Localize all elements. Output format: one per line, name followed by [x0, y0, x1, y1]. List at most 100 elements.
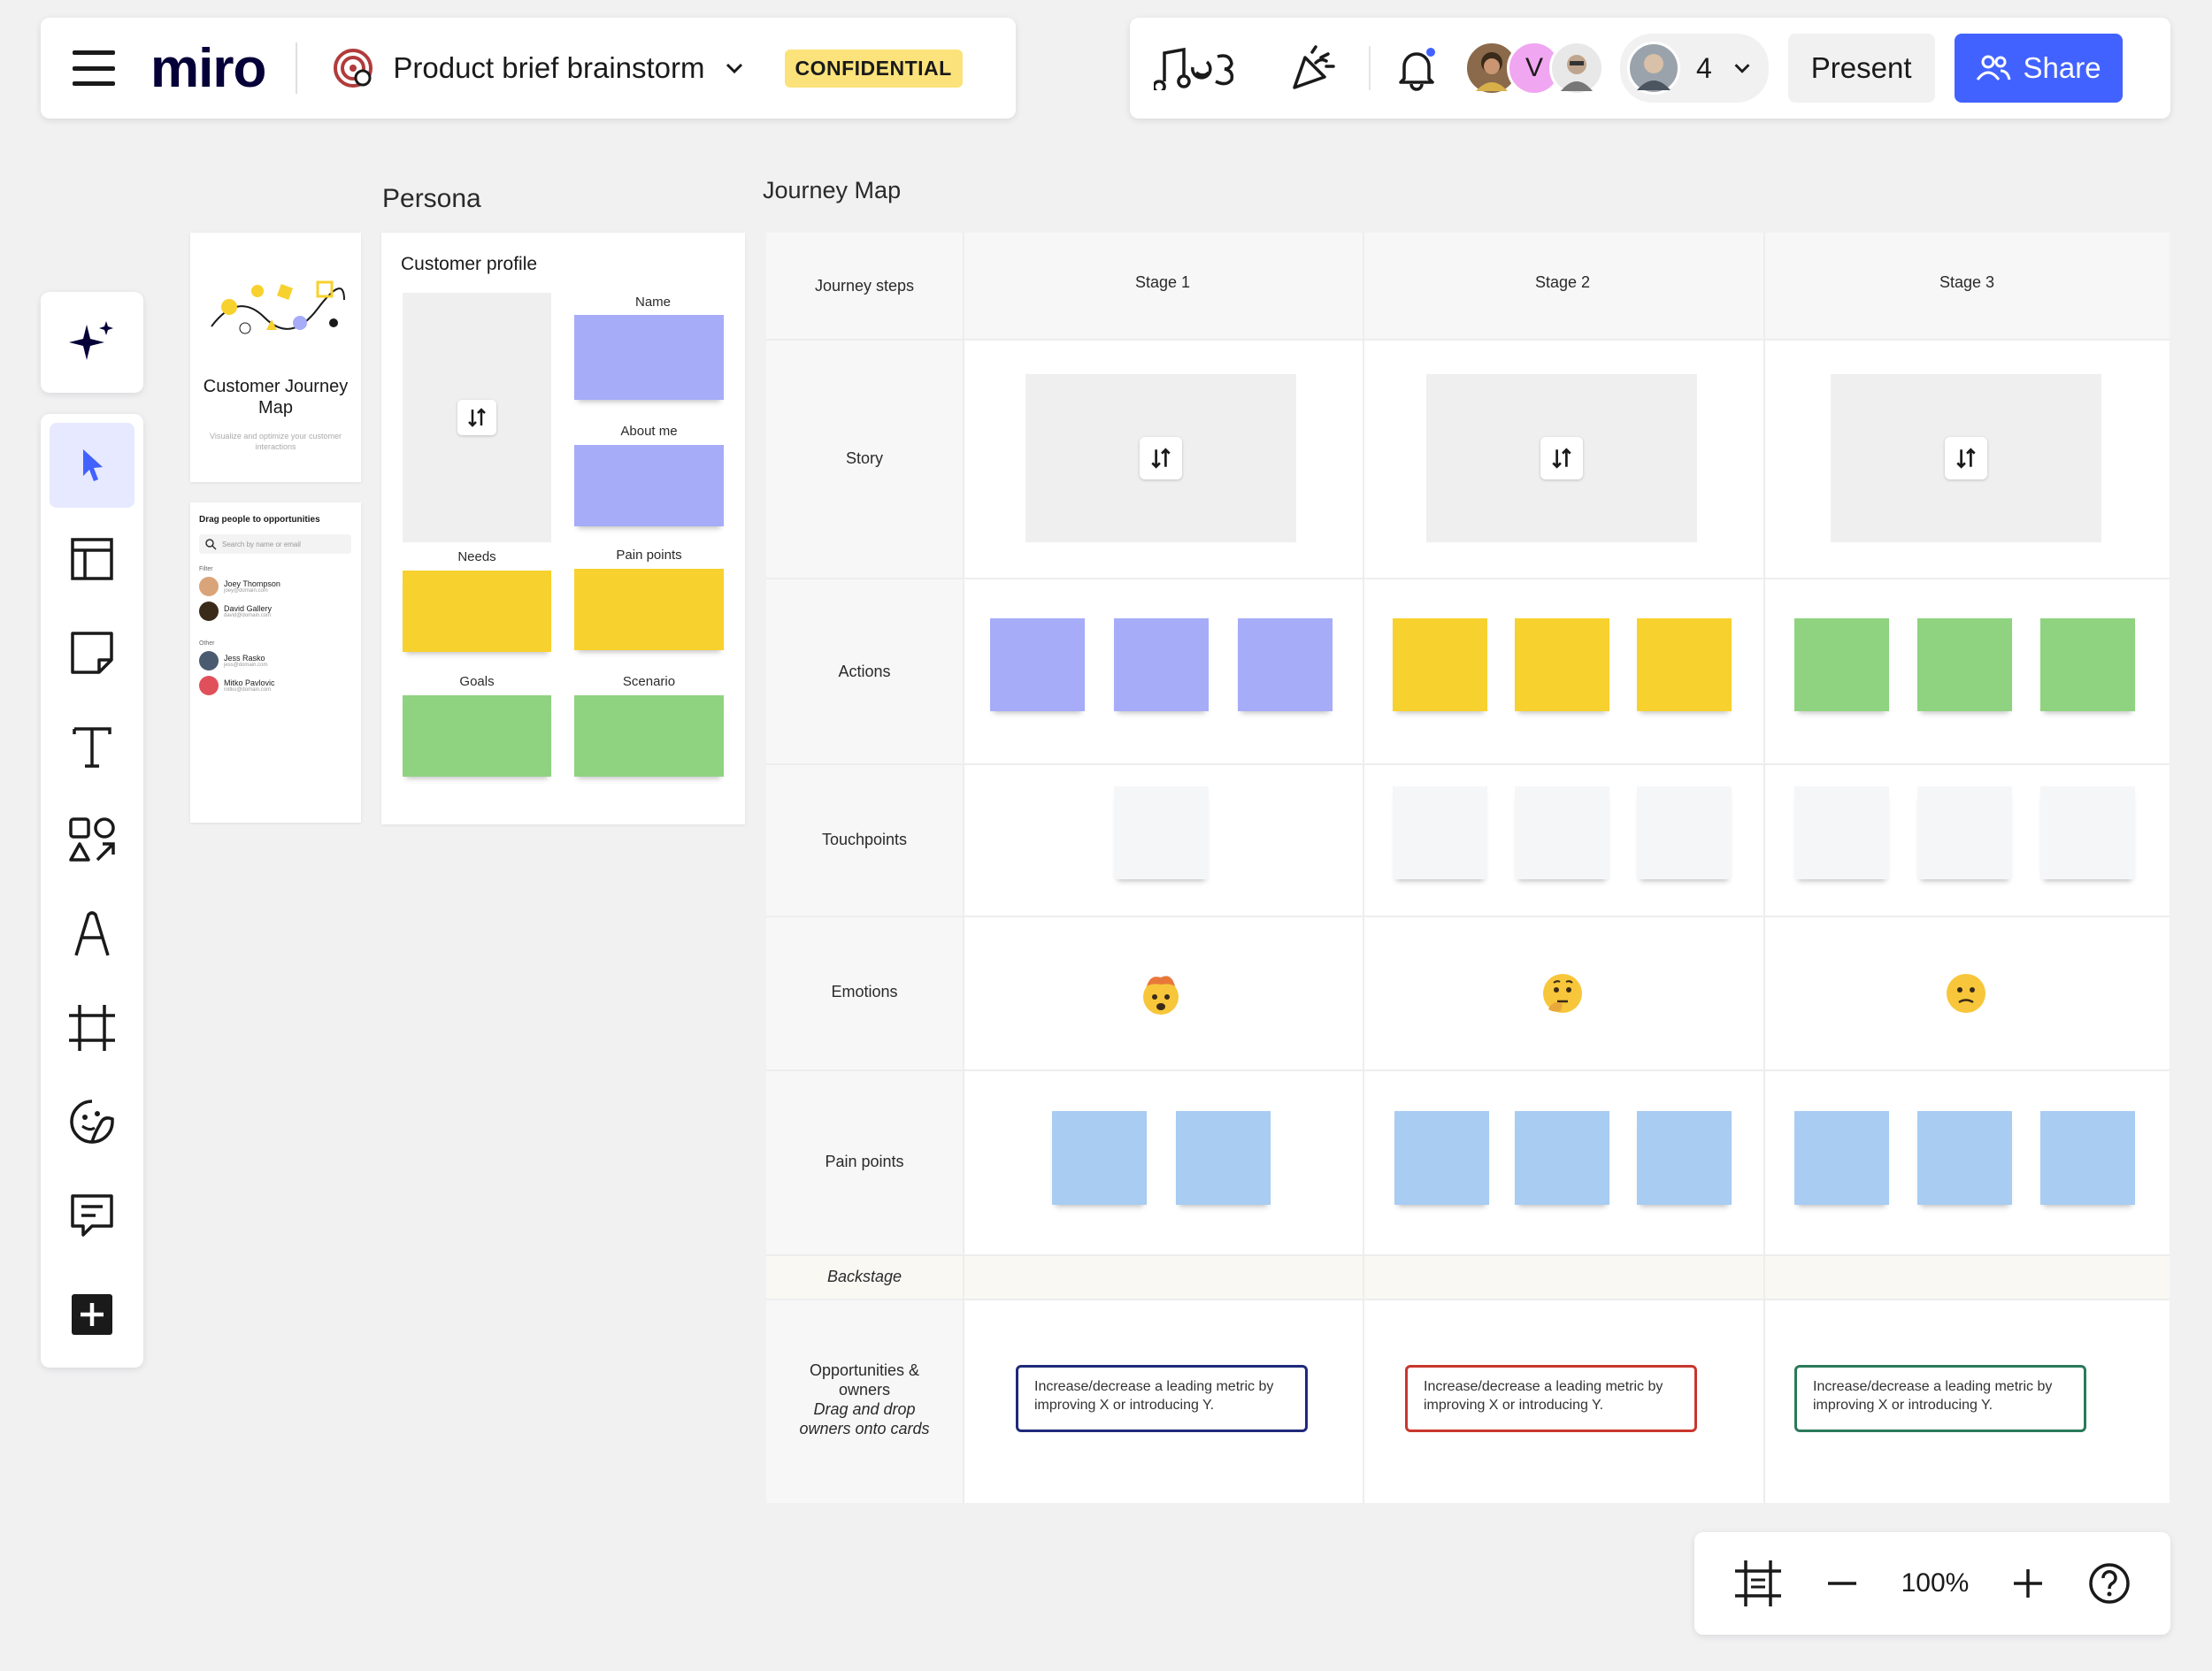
- sticky-note[interactable]: [1917, 618, 2012, 711]
- person-item[interactable]: Jess Rasko jess@domain.com: [199, 651, 267, 671]
- template-cover-card[interactable]: Customer Journey Map Visualize and optim…: [190, 233, 361, 482]
- opportunity-card[interactable]: Increase/decrease a leading metric by im…: [1016, 1365, 1308, 1432]
- zoom-out-icon[interactable]: [1824, 1566, 1860, 1601]
- templates-tool[interactable]: [50, 517, 134, 602]
- sticky-note[interactable]: [574, 569, 724, 650]
- person-item[interactable]: Joey Thompson joey@domain.com: [199, 577, 280, 596]
- sticky-note[interactable]: [1515, 1111, 1609, 1205]
- row-hint-owners: owners onto cards: [799, 1420, 930, 1437]
- shapes-tool[interactable]: [50, 798, 134, 883]
- person-item[interactable]: Mitko Pavlovic mitko@domain.com: [199, 676, 275, 695]
- miro-logo[interactable]: miro: [150, 37, 266, 100]
- zoom-in-icon[interactable]: [2010, 1566, 2046, 1601]
- thinking-emoji-icon[interactable]: [1540, 970, 1586, 1016]
- sticky-note[interactable]: [574, 445, 724, 526]
- swap-image-icon[interactable]: [1140, 437, 1182, 479]
- stage-header[interactable]: Stage 2: [1474, 273, 1651, 292]
- persona-frame-label[interactable]: Persona: [382, 184, 481, 214]
- comment-tool[interactable]: [50, 1173, 134, 1258]
- sticky-note[interactable]: [574, 315, 724, 400]
- person-item[interactable]: David Gallery david@domain.com: [199, 602, 272, 621]
- sticky-note-tool[interactable]: [50, 610, 134, 695]
- sticky-note[interactable]: [574, 695, 724, 777]
- sticky-note[interactable]: [1114, 618, 1209, 711]
- sticky-note[interactable]: [1794, 1111, 1889, 1205]
- text-icon: [73, 727, 111, 768]
- comment-icon: [71, 1194, 113, 1237]
- confused-emoji-icon[interactable]: [1943, 970, 1989, 1016]
- sticky-note[interactable]: [2040, 786, 2135, 879]
- sticky-note[interactable]: [1393, 786, 1487, 879]
- story-image-placeholder[interactable]: [1426, 374, 1697, 542]
- sticky-note[interactable]: [2040, 618, 2135, 711]
- story-image-placeholder[interactable]: [1025, 374, 1296, 542]
- zoom-level[interactable]: 100%: [1901, 1568, 1970, 1598]
- present-button[interactable]: Present: [1787, 34, 1935, 103]
- sticky-note[interactable]: [1794, 786, 1889, 879]
- sticky-note[interactable]: [2040, 1111, 2135, 1205]
- sticky-note[interactable]: [1794, 618, 1889, 711]
- person-email: jess@domain.com: [224, 663, 268, 668]
- online-collaborators[interactable]: V: [1464, 41, 1604, 96]
- profile-photo-placeholder[interactable]: [403, 293, 551, 542]
- customer-profile-card[interactable]: Customer profile Name About me Needs Pai…: [381, 233, 745, 824]
- text-tool[interactable]: [50, 704, 134, 789]
- frame-tool[interactable]: [50, 985, 134, 1070]
- layout-icon: [71, 538, 113, 580]
- stage-header[interactable]: Stage 3: [1878, 273, 2055, 292]
- classification-badge[interactable]: CONFIDENTIAL: [784, 49, 963, 88]
- select-tool[interactable]: [50, 423, 134, 508]
- help-icon[interactable]: [2087, 1561, 2131, 1606]
- grid-line: [766, 763, 2170, 765]
- sticky-note[interactable]: [1515, 786, 1609, 879]
- stickers-tool[interactable]: [50, 1079, 134, 1164]
- sticky-note[interactable]: [1637, 786, 1732, 879]
- sticky-note[interactable]: [990, 618, 1085, 711]
- more-apps-button[interactable]: [50, 1272, 134, 1357]
- people-panel[interactable]: Drag people to opportunities Search by n…: [190, 502, 361, 823]
- sticky-note[interactable]: [1515, 618, 1609, 711]
- sticky-note[interactable]: [1394, 1111, 1489, 1205]
- notifications-icon[interactable]: [1388, 40, 1445, 96]
- share-button[interactable]: Share: [1954, 34, 2123, 103]
- opportunity-card[interactable]: Increase/decrease a leading metric by im…: [1794, 1365, 2086, 1432]
- people-search-input[interactable]: Search by name or email: [199, 534, 351, 554]
- celebrate-icon[interactable]: [1286, 40, 1342, 96]
- ai-assist-button[interactable]: [41, 292, 143, 393]
- chevron-down-icon[interactable]: [721, 55, 748, 81]
- journey-map-table[interactable]: Journey steps Stage 1 Stage 2 Stage 3 St…: [766, 233, 2170, 1503]
- sticky-note[interactable]: [403, 571, 551, 652]
- avatar: [199, 651, 219, 671]
- sticky-note[interactable]: [1637, 1111, 1732, 1205]
- row-label-backstage: Backstage: [826, 1268, 902, 1285]
- swap-image-icon[interactable]: [457, 400, 496, 435]
- sticky-note[interactable]: [403, 695, 551, 777]
- mind-blown-emoji-icon[interactable]: [1138, 970, 1184, 1016]
- sticky-note[interactable]: [1238, 618, 1333, 711]
- sticky-note[interactable]: [1052, 1111, 1147, 1205]
- search-icon: [205, 539, 217, 550]
- sticky-note[interactable]: [1176, 1111, 1271, 1205]
- journey-map-frame-label[interactable]: Journey Map: [763, 177, 901, 204]
- story-image-placeholder[interactable]: [1831, 374, 2101, 542]
- sticky-note[interactable]: [1917, 786, 2012, 879]
- sticky-note[interactable]: [1393, 618, 1487, 711]
- person-name: Jess Rasko: [224, 654, 265, 663]
- reactions-icon[interactable]: [1151, 40, 1248, 96]
- sticky-note[interactable]: [1917, 1111, 2012, 1205]
- avatar[interactable]: [1549, 41, 1604, 96]
- board-title[interactable]: Product brief brainstorm: [393, 51, 704, 85]
- opportunity-card[interactable]: Increase/decrease a leading metric by im…: [1405, 1365, 1697, 1432]
- swap-image-icon[interactable]: [1540, 437, 1583, 479]
- row-label-actions: Actions: [838, 663, 891, 680]
- collaborator-count-dropdown[interactable]: 4: [1620, 34, 1769, 103]
- sticky-note[interactable]: [1114, 786, 1209, 879]
- stage-header[interactable]: Stage 1: [1074, 273, 1251, 292]
- swap-image-icon[interactable]: [1945, 437, 1987, 479]
- menu-icon[interactable]: [73, 50, 115, 86]
- fit-to-screen-icon[interactable]: [1733, 1559, 1783, 1608]
- sticky-note[interactable]: [1637, 618, 1732, 711]
- row-label-emotions: Emotions: [831, 983, 898, 1000]
- pen-tool[interactable]: [50, 892, 134, 977]
- grid-line: [963, 233, 964, 1503]
